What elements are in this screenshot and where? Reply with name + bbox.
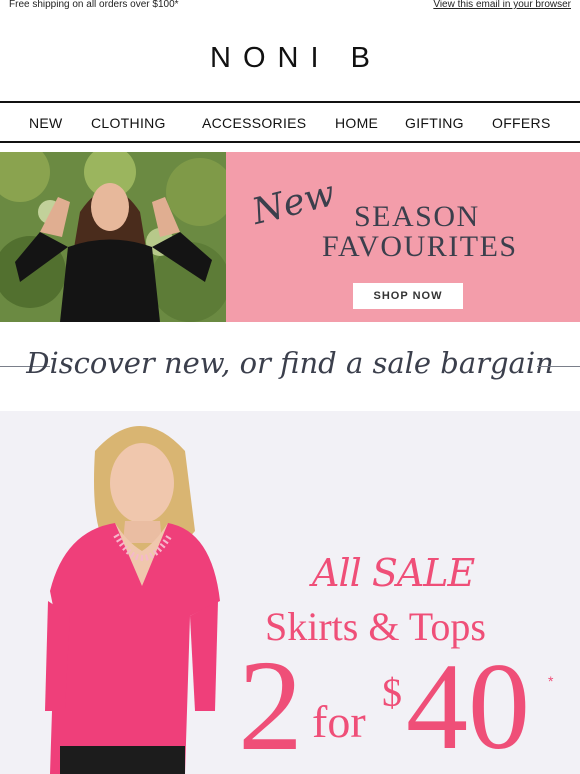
sale-headline: All SALE xyxy=(312,551,475,595)
offer-quantity: 2 xyxy=(238,634,303,774)
nav-item-offers[interactable]: OFFERS xyxy=(492,115,551,131)
hero-script-word: New xyxy=(248,172,340,233)
offer-for-text: for xyxy=(312,696,366,747)
nav-item-home[interactable]: HOME xyxy=(335,115,378,131)
free-shipping-text: Free shipping on all orders over $100* xyxy=(9,0,179,10)
top-bar: Free shipping on all orders over $100* V… xyxy=(0,0,580,14)
hero-headline-line2: FAVOURITES xyxy=(322,230,518,263)
nav-item-new[interactable]: NEW xyxy=(29,115,63,131)
nav-item-clothing[interactable]: CLOTHING xyxy=(91,115,166,131)
brand-logo[interactable]: NONI B xyxy=(0,42,580,75)
offer-currency-symbol: $ xyxy=(382,670,402,715)
hero-banner[interactable]: New SEASON FAVOURITES SHOP NOW xyxy=(0,152,580,322)
nav-item-accessories[interactable]: ACCESSORIES xyxy=(202,115,306,131)
offer-price: 40 xyxy=(406,638,530,774)
main-nav: NEW CLOTHING ACCESSORIES HOME GIFTING OF… xyxy=(0,101,580,143)
divider-line-right xyxy=(537,366,580,367)
view-in-browser-link[interactable]: View this email in your browser xyxy=(433,0,571,10)
discover-heading: Discover new, or find a sale bargain xyxy=(26,346,554,380)
hero-text-panel: New SEASON FAVOURITES SHOP NOW xyxy=(226,152,580,322)
shop-now-button[interactable]: SHOP NOW xyxy=(353,283,463,309)
offer-asterisk: * xyxy=(548,673,554,689)
nav-item-gifting[interactable]: GIFTING xyxy=(405,115,464,131)
discover-divider: Discover new, or find a sale bargain xyxy=(0,340,580,390)
sale-banner[interactable]: All SALE Skirts & Tops 2 for $ 40 * xyxy=(0,411,580,774)
hero-model-photo[interactable] xyxy=(0,152,226,322)
hero-headline-line1: SEASON xyxy=(354,200,480,233)
sale-model-photo[interactable] xyxy=(20,411,230,774)
